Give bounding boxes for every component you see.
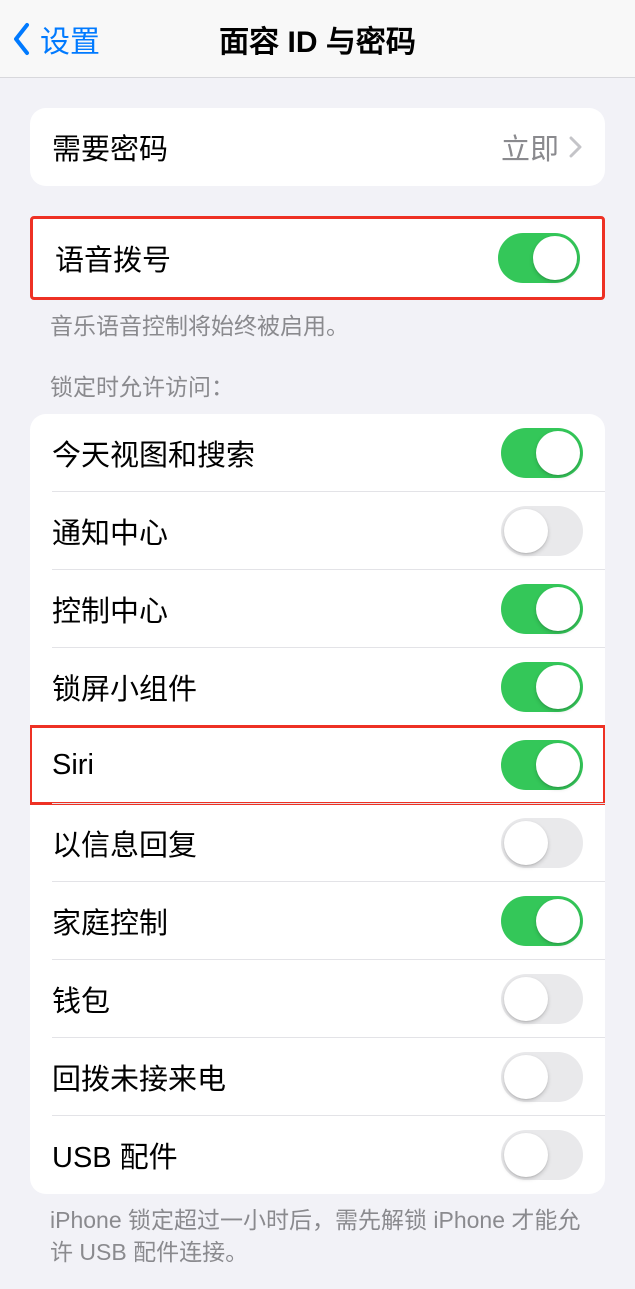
lock-access-row: 钱包 [30, 960, 605, 1038]
require-passcode-label: 需要密码 [52, 126, 168, 168]
lock-access-toggle[interactable] [501, 974, 583, 1024]
lock-access-row: USB 配件 [30, 1116, 605, 1194]
lock-access-item-label: 家庭控制 [52, 900, 168, 942]
lock-access-item-label: 通知中心 [52, 510, 168, 552]
lock-access-toggle[interactable] [501, 584, 583, 634]
lock-access-row: 以信息回复 [30, 804, 605, 882]
lock-access-toggle[interactable] [501, 1130, 583, 1180]
back-label: 设置 [40, 17, 100, 61]
voice-dial-toggle[interactable] [498, 233, 580, 283]
lock-access-toggle[interactable] [501, 662, 583, 712]
lock-access-row: 控制中心 [30, 570, 605, 648]
lock-access-toggle[interactable] [501, 896, 583, 946]
lock-access-toggle[interactable] [501, 740, 583, 790]
lock-access-toggle[interactable] [501, 1052, 583, 1102]
lock-access-item-label: 控制中心 [52, 588, 168, 630]
require-passcode-row[interactable]: 需要密码 立即 [30, 108, 605, 186]
voice-dial-label: 语音拨号 [55, 237, 171, 279]
lock-access-item-label: Siri [52, 749, 94, 782]
chevron-left-icon [12, 22, 32, 56]
navigation-bar: 设置 面容 ID 与密码 [0, 0, 635, 78]
voice-dial-footer: 音乐语音控制将始终被启用。 [0, 300, 635, 342]
voice-dial-group: 语音拨号 [30, 216, 605, 300]
lock-access-row: Siri [30, 726, 605, 804]
back-button[interactable]: 设置 [0, 17, 100, 61]
voice-dial-row: 语音拨号 [33, 219, 602, 297]
chevron-right-icon [569, 136, 583, 158]
lock-access-toggle[interactable] [501, 506, 583, 556]
lock-access-row: 回拨未接来电 [30, 1038, 605, 1116]
lock-access-item-label: 今天视图和搜索 [52, 432, 255, 474]
lock-access-row: 家庭控制 [30, 882, 605, 960]
lock-access-header: 锁定时允许访问： [0, 342, 635, 402]
require-passcode-group: 需要密码 立即 [30, 108, 605, 186]
lock-access-row: 通知中心 [30, 492, 605, 570]
lock-access-row: 今天视图和搜索 [30, 414, 605, 492]
lock-access-toggle[interactable] [501, 818, 583, 868]
lock-access-item-label: 钱包 [52, 978, 110, 1020]
lock-access-toggle[interactable] [501, 428, 583, 478]
lock-access-item-label: 以信息回复 [52, 822, 197, 864]
lock-access-item-label: 锁屏小组件 [52, 666, 197, 708]
lock-access-footer: iPhone 锁定超过一小时后，需先解锁 iPhone 才能允许 USB 配件连… [0, 1194, 635, 1268]
require-passcode-value: 立即 [501, 126, 559, 168]
lock-access-item-label: USB 配件 [52, 1134, 178, 1176]
lock-access-row: 锁屏小组件 [30, 648, 605, 726]
lock-access-item-label: 回拨未接来电 [52, 1056, 226, 1098]
lock-access-group: 今天视图和搜索通知中心控制中心锁屏小组件 Siri 以信息回复家庭控制钱包回拨未接来… [30, 414, 605, 1194]
